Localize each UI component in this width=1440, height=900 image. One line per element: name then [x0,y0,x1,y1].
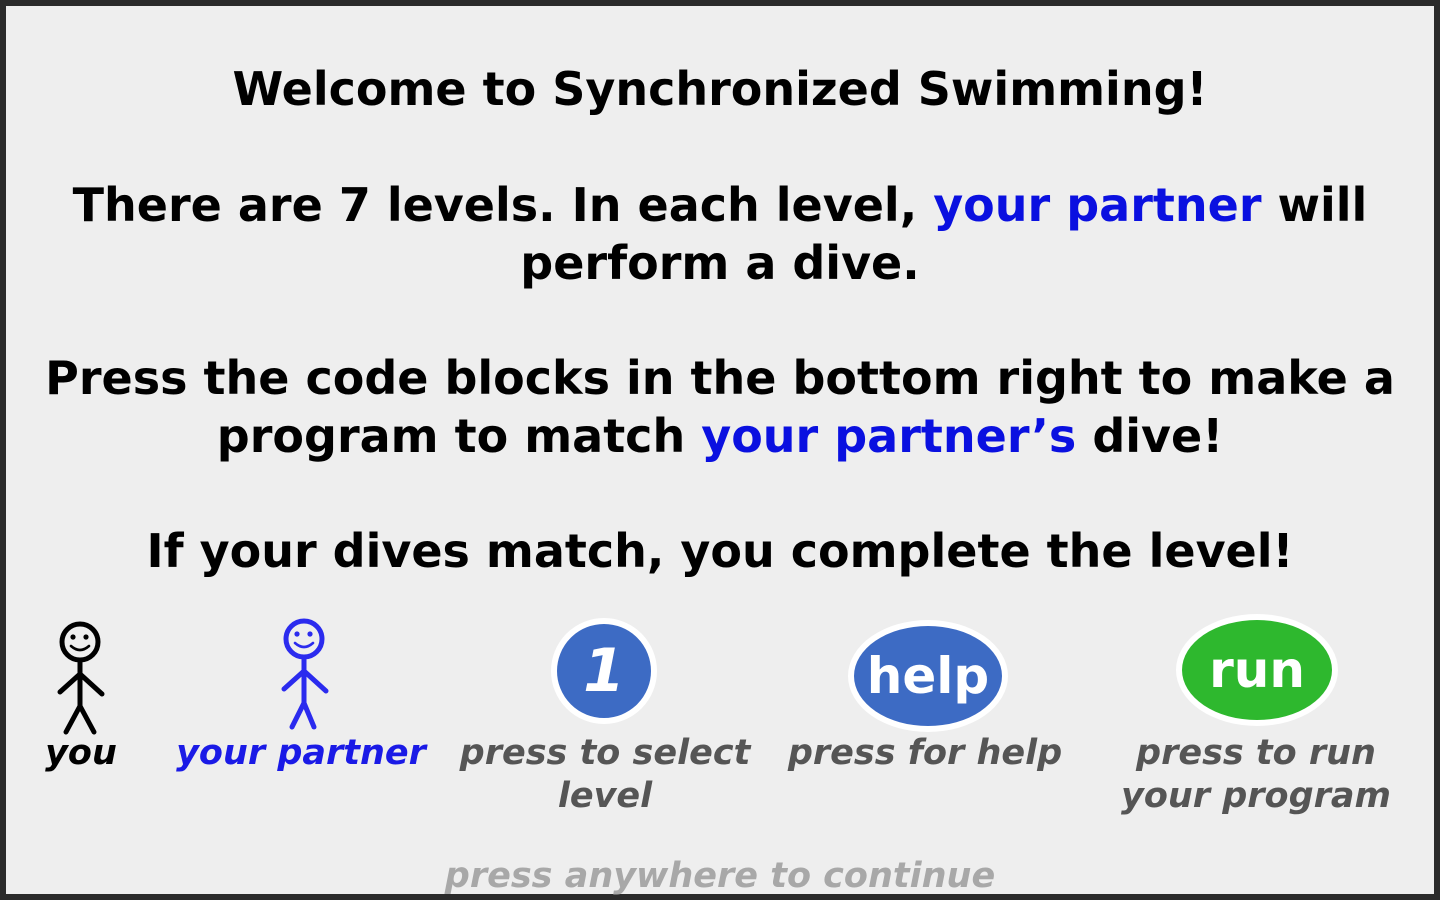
level-select-label: 1 [583,636,625,706]
match-text: If your dives match, you complete the le… [146,524,1294,578]
level-select-button[interactable]: 1 [551,618,657,724]
partners-highlight: your partner’s [701,409,1077,463]
continue-prompt: press anywhere to continue [444,856,996,896]
partner-highlight: your partner [933,178,1262,232]
partner-stick-figure-icon [281,618,329,730]
level-legend: press to select level [450,732,760,818]
help-legend: press for help [780,732,1070,775]
help-button[interactable]: help [848,620,1008,732]
instruction-screen[interactable]: Welcome to Synchronized Swimming! There … [0,0,1440,900]
code-blocks-text-before: program to match [216,409,702,463]
you-label: you [45,733,117,773]
help-caption: press for help [787,733,1063,773]
run-button-label: run [1209,641,1305,699]
level-caption-line-2: level [557,776,653,816]
code-blocks-text-line-1: Press the code blocks in the bottom righ… [45,351,1395,405]
code-blocks-text-line-2: program to match your partner’s dive! [6,407,1434,465]
run-button[interactable]: run [1176,614,1338,726]
partner-label: your partner [176,733,426,773]
run-caption-line-2: your program [1121,776,1391,816]
you-stick-figure-icon [57,621,105,735]
partner-legend: your partner [156,732,446,775]
levels-text-after: will [1261,178,1368,232]
levels-text-before: There are 7 levels. In each level, [72,178,934,232]
levels-text-line-1: There are 7 levels. In each level, your … [6,176,1434,234]
welcome-title: Welcome to Synchronized Swimming! [232,62,1208,116]
run-caption-line-1: press to run [1136,733,1376,773]
run-legend: press to run your program [1106,732,1406,818]
code-blocks-text-after: dive! [1076,409,1224,463]
level-caption-line-1: press to select [459,733,751,773]
help-button-label: help [866,647,990,705]
you-legend: you [6,732,156,775]
levels-text-line-2: perform a dive. [520,236,920,290]
